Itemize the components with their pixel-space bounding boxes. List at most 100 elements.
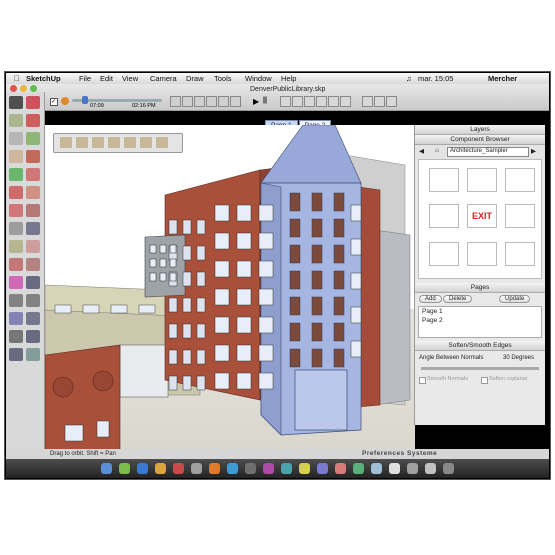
dock-app-icon[interactable]: [299, 463, 310, 474]
forward-arrow-icon[interactable]: ▶: [531, 147, 536, 155]
rotate-icon[interactable]: [9, 186, 23, 199]
building-model[interactable]: [45, 125, 415, 460]
circle-icon[interactable]: [9, 132, 23, 145]
menu-draw[interactable]: Draw: [186, 74, 204, 83]
menu-clock[interactable]: mar. 15:05: [418, 74, 453, 83]
monochrome-icon[interactable]: [340, 96, 351, 107]
dock-app-icon[interactable]: [137, 463, 148, 474]
dock-app-icon[interactable]: [281, 463, 292, 474]
menu-edit[interactable]: Edit: [100, 74, 113, 83]
shelf-icon[interactable]: [467, 242, 497, 266]
bed-icon[interactable]: [429, 242, 459, 266]
sandbox-icon-5[interactable]: [124, 137, 136, 148]
menu-tools[interactable]: Tools: [214, 74, 232, 83]
dock-app-icon[interactable]: [425, 463, 436, 474]
rectangle-icon[interactable]: [9, 114, 23, 127]
follow-me-icon[interactable]: [26, 186, 40, 199]
minimize-window-button[interactable]: [20, 85, 27, 92]
dock-app-icon[interactable]: [371, 463, 382, 474]
dock-app-icon[interactable]: [317, 463, 328, 474]
model-viewport[interactable]: [45, 125, 415, 460]
dock-app-icon[interactable]: [119, 463, 130, 474]
dock-app-icon[interactable]: [245, 463, 256, 474]
zoom-window-icon[interactable]: [26, 294, 40, 307]
apple-menu-icon[interactable]: : [14, 74, 20, 83]
position-camera-icon[interactable]: [9, 330, 23, 343]
iso-view-icon[interactable]: [170, 96, 181, 107]
dock-app-icon[interactable]: [173, 463, 184, 474]
move-icon[interactable]: [9, 168, 23, 181]
add-page-button[interactable]: Add: [419, 295, 442, 303]
zoom-icon[interactable]: [9, 294, 23, 307]
wireframe-icon[interactable]: [292, 96, 303, 107]
dock-app-icon[interactable]: [101, 463, 112, 474]
page-list-item[interactable]: Page 1: [419, 307, 541, 316]
dock-app-icon[interactable]: [155, 463, 166, 474]
dock-app-icon[interactable]: [335, 463, 346, 474]
window-blinds-icon[interactable]: [505, 168, 535, 192]
dock-app-icon[interactable]: [443, 463, 454, 474]
soften-edges-header[interactable]: Soften/Smooth Edges: [415, 341, 545, 351]
orbit-icon[interactable]: [9, 276, 23, 289]
dock-app-icon[interactable]: [353, 463, 364, 474]
page-list-item[interactable]: Page 2: [419, 316, 541, 325]
xray-icon[interactable]: [280, 96, 291, 107]
polygon-icon[interactable]: [9, 150, 23, 163]
play-icon[interactable]: [61, 97, 69, 105]
pause-animation-icon[interactable]: ||: [263, 97, 267, 104]
update-page-button[interactable]: Update: [499, 295, 531, 303]
sandbox-icon-7[interactable]: [156, 137, 168, 148]
sandbox-icon-6[interactable]: [140, 137, 152, 148]
pan-icon[interactable]: [26, 276, 40, 289]
walk-icon[interactable]: [26, 330, 40, 343]
push-pull-icon[interactable]: [26, 168, 40, 181]
menu-file[interactable]: File: [79, 74, 91, 83]
scale-icon[interactable]: [9, 204, 23, 217]
menu-help[interactable]: Help: [281, 74, 296, 83]
text-icon[interactable]: [26, 240, 40, 253]
component-browser-header[interactable]: Component Browser: [415, 135, 545, 145]
dimension-icon[interactable]: [26, 222, 40, 235]
dock-app-icon[interactable]: [407, 463, 418, 474]
window-icon[interactable]: [429, 204, 459, 228]
protractor-icon[interactable]: [9, 240, 23, 253]
tape-measure-icon[interactable]: [9, 222, 23, 235]
arc-icon[interactable]: [26, 132, 40, 145]
menu-user[interactable]: Mercher: [488, 74, 517, 83]
home-icon[interactable]: ⌂: [435, 147, 439, 154]
menu-app-name[interactable]: SketchUp: [26, 74, 61, 83]
axes-icon[interactable]: [9, 258, 23, 271]
shaded-icon[interactable]: [316, 96, 327, 107]
play-animation-icon[interactable]: ▶: [253, 97, 259, 106]
sandbox-icon-3[interactable]: [92, 137, 104, 148]
sofa-icon[interactable]: [505, 242, 535, 266]
section-icon[interactable]: [386, 96, 397, 107]
zoom-window-button[interactable]: [30, 85, 37, 92]
back-view-icon[interactable]: [218, 96, 229, 107]
sandbox-icon-1[interactable]: [60, 137, 72, 148]
3d-text-icon[interactable]: [26, 258, 40, 271]
offset-icon[interactable]: [26, 204, 40, 217]
dock-app-icon[interactable]: [263, 463, 274, 474]
menu-camera[interactable]: Camera: [150, 74, 177, 83]
fog-icon[interactable]: [374, 96, 385, 107]
freehand-icon[interactable]: [26, 150, 40, 163]
paint-bucket-icon[interactable]: [26, 96, 40, 109]
exit-sign-icon[interactable]: EXIT: [467, 204, 497, 228]
dock-app-icon[interactable]: [389, 463, 400, 474]
shadows-icon[interactable]: [362, 96, 373, 107]
previous-view-icon[interactable]: [9, 312, 23, 325]
animation-checkbox[interactable]: ✓: [50, 98, 58, 106]
left-view-icon[interactable]: [230, 96, 241, 107]
menu-view[interactable]: View: [122, 74, 138, 83]
table-chairs-icon[interactable]: [505, 204, 535, 228]
select-arrow-icon[interactable]: [9, 96, 23, 109]
collection-select[interactable]: Architecture_Sampler: [447, 147, 529, 157]
door-panel-icon[interactable]: [467, 168, 497, 192]
layers-header[interactable]: Layers: [415, 125, 545, 135]
sandbox-icon-4[interactable]: [108, 137, 120, 148]
close-window-button[interactable]: [10, 85, 17, 92]
look-around-icon[interactable]: [9, 348, 23, 361]
speaker-icon[interactable]: ♫: [406, 74, 412, 83]
back-arrow-icon[interactable]: ◀: [419, 147, 424, 155]
